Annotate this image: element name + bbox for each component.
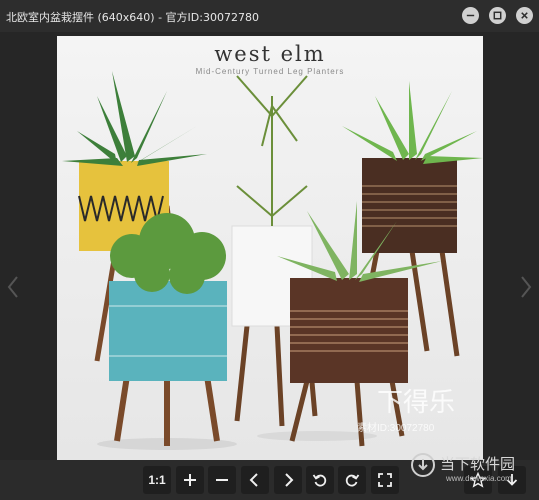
site-watermark-url: www.downxia.com [446,474,512,483]
previous-button[interactable] [241,466,269,494]
next-button[interactable] [274,466,302,494]
zoom-in-icon [184,474,196,486]
fullscreen-button[interactable] [371,466,399,494]
title-bar: 北欧室内盆栽摆件 (640x640) - 官方ID:30072780 [0,0,539,32]
maximize-icon [493,11,502,20]
next-icon [285,473,294,487]
site-watermark-name: 当下软件园 [440,455,516,473]
product-image: 下得乐 素材ID:30072780 west elm Mid-Century T… [57,36,483,460]
actual-size-button[interactable]: 1:1 [143,466,171,494]
chevron-left-icon[interactable] [6,275,20,299]
maximize-button[interactable] [489,7,506,24]
close-icon [521,12,528,19]
zoom-in-button[interactable] [176,466,204,494]
planters-illustration: 下得乐 素材ID:30072780 [57,36,483,460]
zoom-out-button[interactable] [208,466,236,494]
image-watermark: 下得乐 [377,388,455,418]
rotate-left-button[interactable] [306,466,334,494]
close-button[interactable] [516,7,533,24]
rotate-right-icon [345,474,360,487]
brand-logo: west elm [214,42,326,66]
brand-subtitle: Mid-Century Turned Leg Planters [195,67,345,76]
site-logo-icon [411,453,435,477]
previous-icon [249,473,258,487]
zoom-out-icon [216,479,228,481]
rotate-right-button[interactable] [338,466,366,494]
minimize-button[interactable] [462,7,479,24]
image-watermark-id: 素材ID:30072780 [357,421,435,434]
window-title: 北欧室内盆栽摆件 (640x640) - 官方ID:30072780 [6,11,259,24]
fullscreen-icon [378,473,392,487]
rotate-left-icon [312,474,327,487]
chevron-right-icon[interactable] [519,275,533,299]
minimize-icon [466,14,475,17]
